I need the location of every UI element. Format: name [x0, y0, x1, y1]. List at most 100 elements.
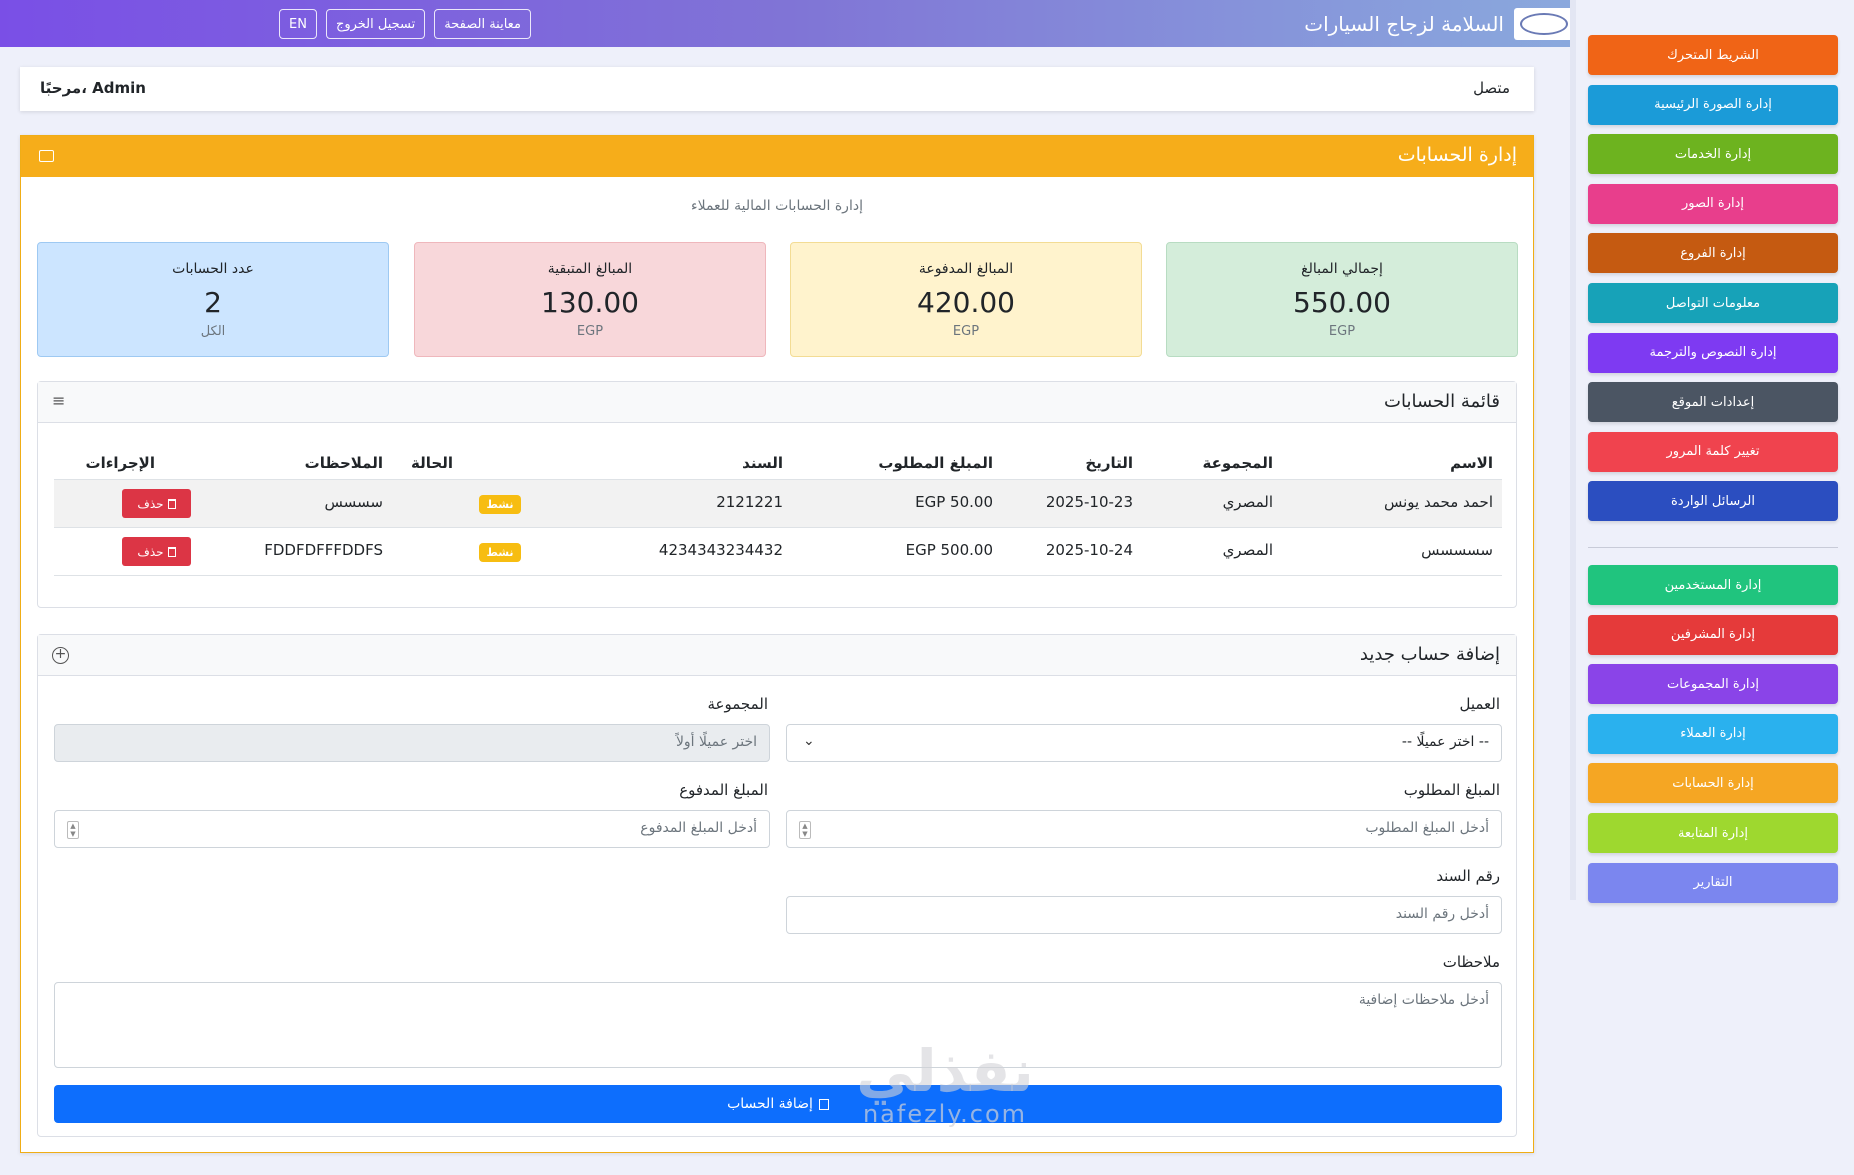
cell-group: المصري [1222, 493, 1273, 511]
brand-title: السلامة لزجاج السيارات [1304, 12, 1504, 36]
stat-value: 420.00 [917, 286, 1015, 319]
cell-voucher: 2121221 [716, 493, 783, 511]
col-date: التاريخ [1085, 454, 1133, 472]
stat-unit: EGP [1328, 324, 1356, 339]
panel-header: قائمة الحسابات ≡ [38, 382, 1516, 423]
stat-value: 2 [204, 286, 222, 319]
sidebar-divider [1588, 547, 1838, 548]
sidebar-rail [1570, 0, 1576, 900]
top-actions: EN تسجيل الخروج معاينة الصفحة [279, 9, 531, 39]
sidebar-item[interactable]: الرسائل الواردة [1588, 481, 1838, 522]
add-account-panel: إضافة حساب جديد + العميل -- اختر عميلًا … [37, 634, 1517, 1137]
logout-button[interactable]: تسجيل الخروج [325, 9, 426, 39]
client-select[interactable]: -- اختر عميلًا -- ⌄ [786, 724, 1502, 762]
wallet-icon [39, 150, 54, 162]
stat-label: المبالغ المدفوعة [918, 261, 1014, 277]
col-group: المجموعة [1202, 454, 1273, 472]
cell-amount: EGP 50.00 [915, 493, 993, 511]
col-voucher: السند [742, 454, 783, 472]
page-subtitle: إدارة الحسابات المالية للعملاء [691, 198, 863, 214]
stat-label: إجمالي المبالغ [1301, 261, 1383, 277]
cell-amount: EGP 500.00 [905, 541, 993, 559]
col-name: الاسم [1450, 454, 1493, 472]
stat-value: 130.00 [541, 286, 639, 319]
paid-amount-placeholder: أدخل المبلغ المدفوع [640, 820, 757, 836]
chevron-down-icon: ⌄ [803, 733, 815, 749]
notes-textarea[interactable]: أدخل ملاحظات إضافية [54, 982, 1502, 1068]
paid-amount-input[interactable]: أدخل المبلغ المدفوع ▲ ▼ [54, 810, 770, 848]
brand[interactable]: السلامة لزجاج السيارات [1304, 8, 1574, 40]
paid-amount-label: المبلغ المدفوع [679, 781, 768, 799]
sidebar-item[interactable]: تغيير كلمة المرور [1588, 431, 1838, 472]
cell-date: 2025-10-24 [1045, 541, 1133, 559]
sidebar-item[interactable]: التقارير [1588, 862, 1838, 903]
group-field: اختر عميلًا أولاً [54, 724, 770, 762]
notes-label: ملاحظات [1442, 953, 1500, 971]
add-account-label: إضافة الحساب [727, 1096, 813, 1112]
connection-status: متصل [1473, 79, 1510, 97]
panel-header: إضافة حساب جديد + [38, 635, 1516, 676]
welcome-bar: متصل مرحبًا، Admin [20, 67, 1534, 111]
accounts-count-card: عدد الحسابات 2 الكل [37, 242, 389, 357]
sidebar-item[interactable]: إدارة المجموعات [1588, 664, 1838, 705]
cell-group: المصري [1222, 541, 1273, 559]
cell-notes: سسسس [324, 493, 383, 511]
welcome-greeting: مرحبًا، Admin [40, 79, 146, 97]
cell-notes: FDDFDFFFDDFS [264, 541, 383, 559]
delete-button[interactable]: حذف [122, 537, 191, 566]
list-icon: ≡ [52, 391, 66, 410]
stat-unit: EGP [576, 324, 604, 339]
sidebar-item[interactable]: إدارة الحسابات [1588, 763, 1838, 804]
status-badge: نشط [479, 543, 521, 562]
required-amount-label: المبلغ المطلوب [1403, 781, 1500, 799]
language-button[interactable]: EN [279, 9, 317, 39]
total-amounts-card: إجمالي المبالغ 550.00 EGP [1166, 242, 1518, 357]
col-actions: الإجراءات [85, 454, 155, 472]
stat-value: 550.00 [1293, 286, 1391, 319]
cell-name: سسسسس [1421, 541, 1493, 559]
delete-label: حذف [137, 496, 164, 511]
sidebar-item[interactable]: إدارة الصور [1588, 183, 1838, 224]
col-status: الحالة [411, 454, 453, 472]
voucher-input[interactable]: أدخل رقم السند [786, 896, 1502, 934]
cell-date: 2025-10-23 [1045, 493, 1133, 511]
sidebar-item[interactable]: إدارة المستخدمين [1588, 565, 1838, 605]
sidebar-item[interactable]: إدارة الفروع [1588, 233, 1838, 274]
accounts-list-title: قائمة الحسابات [1384, 391, 1500, 412]
add-account-button[interactable]: إضافة الحساب [54, 1085, 1502, 1123]
stepper-icon[interactable]: ▲ ▼ [67, 821, 79, 839]
add-account-title: إضافة حساب جديد [1359, 644, 1500, 665]
page-title: إدارة الحسابات [1397, 144, 1517, 166]
stat-unit: EGP [952, 324, 980, 339]
sidebar-item[interactable]: إعدادات الموقع [1588, 382, 1838, 423]
required-amount-placeholder: أدخل المبلغ المطلوب [1365, 820, 1489, 836]
stepper-icon[interactable]: ▲ ▼ [799, 821, 811, 839]
stat-label: المبالغ المتبقية [547, 261, 633, 277]
voucher-label: رقم السند [1436, 867, 1500, 885]
sidebar-item[interactable]: الشريط المتحرك [1588, 35, 1838, 75]
accounts-card: إدارة الحسابات إدارة الحسابات المالية لل… [20, 135, 1534, 1153]
sidebar-item[interactable]: إدارة المتابعة [1588, 813, 1838, 853]
sidebar-item[interactable]: إدارة المشرفين [1588, 614, 1838, 655]
status-badge: نشط [479, 495, 521, 514]
plus-circle-icon: + [52, 647, 69, 664]
sidebar-item[interactable]: معلومات التواصل [1588, 283, 1838, 323]
sidebar: الشريط المتحرك إدارة الصورة الرئيسية إدارة… [1570, 0, 1854, 1175]
client-label: العميل [1459, 695, 1500, 713]
sidebar-item[interactable]: إدارة العملاء [1588, 713, 1838, 754]
client-select-value: -- اختر عميلًا -- [1401, 734, 1489, 750]
sidebar-item[interactable]: إدارة الخدمات [1588, 134, 1838, 175]
group-placeholder: اختر عميلًا أولاً [675, 734, 757, 750]
sidebar-item[interactable]: إدارة النصوص والترجمة [1588, 332, 1838, 373]
delete-button[interactable]: حذف [122, 489, 191, 518]
cell-voucher: 4234343234432 [658, 541, 783, 559]
stat-label: عدد الحسابات [172, 261, 254, 277]
card-header: إدارة الحسابات [21, 136, 1533, 177]
delete-label: حذف [137, 544, 164, 559]
sidebar-item[interactable]: إدارة الصورة الرئيسية [1588, 84, 1838, 125]
trash-icon [167, 498, 176, 509]
required-amount-input[interactable]: أدخل المبلغ المطلوب ▲ ▼ [786, 810, 1502, 848]
voucher-placeholder: أدخل رقم السند [1395, 906, 1489, 922]
group-label: المجموعة [707, 695, 768, 713]
preview-page-button[interactable]: معاينة الصفحة [434, 9, 531, 39]
